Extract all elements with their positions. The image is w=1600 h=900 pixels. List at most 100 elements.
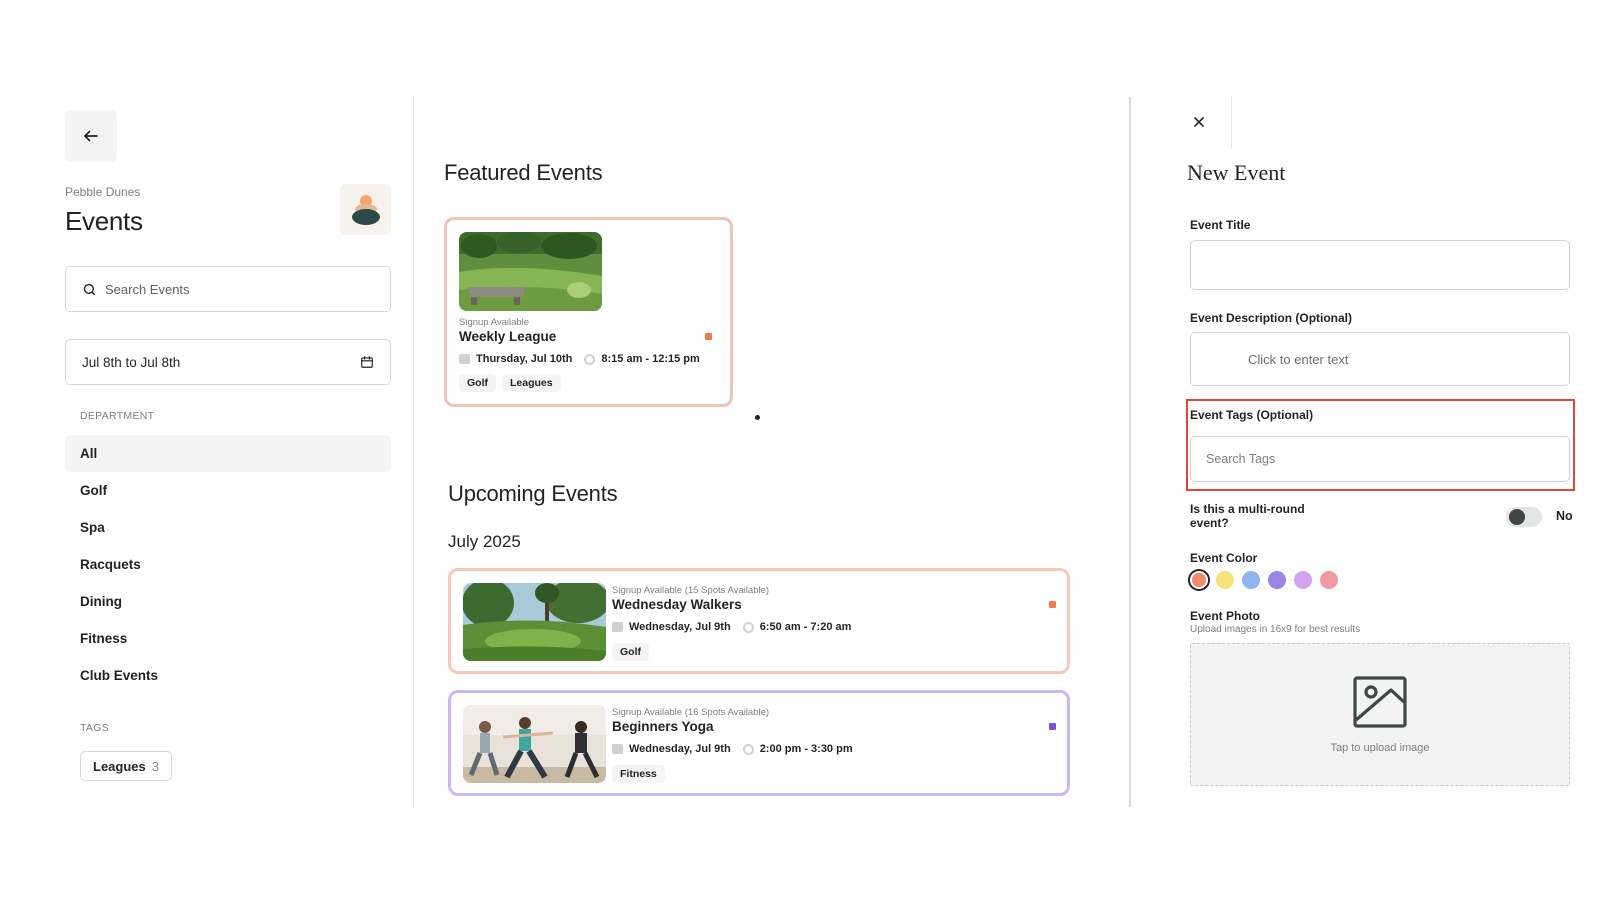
event-date: Thursday, Jul 10th [476, 353, 573, 365]
tag-filter-leagues[interactable]: Leagues 3 [80, 751, 172, 781]
event-title-label: Event Title [1190, 218, 1251, 232]
signup-status: Signup Available (16 Spots Available) [612, 707, 770, 718]
cursor-dot [755, 415, 760, 420]
clock-icon [584, 353, 596, 365]
back-button[interactable] [65, 110, 117, 162]
event-description-placeholder: Click to enter text [1248, 351, 1349, 367]
color-swatch-lavender[interactable] [1294, 571, 1312, 589]
panel-divider [1129, 97, 1131, 807]
tags-label: TAGS [80, 722, 110, 734]
event-title: Wednesday Walkers [612, 597, 742, 612]
department-item-label: Spa [80, 520, 105, 535]
upcoming-events-heading: Upcoming Events [448, 481, 618, 506]
department-item-label: All [80, 446, 98, 461]
event-time: 2:00 pm - 3:30 pm [759, 743, 853, 755]
tag-filter-count: 3 [151, 758, 159, 774]
search-events-placeholder: Search Events [105, 281, 190, 297]
calendar-icon [459, 354, 470, 364]
clock-icon [742, 621, 754, 633]
color-swatch-orange[interactable] [1190, 571, 1208, 589]
close-button[interactable] [1187, 110, 1211, 134]
color-swatch-yellow[interactable] [1216, 571, 1234, 589]
signup-status: Signup Available (15 Spots Available) [612, 585, 770, 596]
event-tags-label: Event Tags (Optional) [1190, 408, 1314, 422]
event-image [463, 705, 606, 783]
event-color-label: Event Color [1190, 551, 1258, 565]
form-title: New Event [1187, 160, 1286, 185]
event-tag-chip: Leagues [502, 374, 561, 392]
event-tags: Golf [612, 643, 649, 661]
event-photo-hint: Upload images in 16x9 for best results [1190, 624, 1361, 635]
club-logo [340, 184, 391, 235]
image-upload-area[interactable]: Tap to upload image [1190, 643, 1570, 786]
multi-round-label: Is this a multi-round event? [1190, 502, 1305, 530]
header-divider [1231, 97, 1232, 149]
color-swatch-purple[interactable] [1268, 571, 1286, 589]
month-heading: July 2025 [448, 532, 521, 551]
event-color-dot [1049, 601, 1056, 608]
event-title: Weekly League [459, 329, 557, 344]
department-item-spa[interactable]: Spa [65, 509, 391, 546]
date-range-picker[interactable]: Jul 8th to Jul 8th [65, 339, 391, 385]
department-item-club-events[interactable]: Club Events [65, 657, 391, 694]
featured-event-card[interactable]: Signup Available Weekly League Thursday,… [444, 217, 733, 407]
event-tags: Golf Leagues [459, 374, 561, 392]
event-meta: Wednesday, Jul 9th 2:00 pm - 3:30 pm [612, 743, 853, 755]
event-tag-chip: Fitness [612, 765, 665, 783]
department-item-fitness[interactable]: Fitness [65, 620, 391, 657]
date-range-value: Jul 8th to Jul 8th [82, 354, 181, 370]
event-color-dot [1049, 723, 1056, 730]
arrow-left-icon [84, 130, 98, 142]
calendar-icon [361, 356, 373, 368]
event-description-label: Event Description (Optional) [1190, 311, 1353, 325]
event-tags: Fitness [612, 765, 665, 783]
signup-status: Signup Available [459, 317, 530, 328]
event-time: 6:50 am - 7:20 am [759, 621, 852, 633]
event-meta: Wednesday, Jul 9th 6:50 am - 7:20 am [612, 621, 851, 633]
event-tags-placeholder: Search Tags [1206, 452, 1276, 466]
featured-events-heading: Featured Events [444, 160, 603, 185]
upload-hint: Tap to upload image [1330, 741, 1430, 754]
event-tag-chip: Golf [459, 374, 496, 392]
calendar-icon [612, 744, 623, 754]
page-title: Events [65, 206, 143, 236]
event-color-dot [705, 333, 712, 340]
department-item-label: Fitness [80, 631, 128, 646]
event-title: Beginners Yoga [612, 719, 714, 734]
department-label: DEPARTMENT [80, 410, 155, 422]
close-icon [1194, 117, 1204, 127]
image-icon [1353, 675, 1407, 728]
department-item-racquets[interactable]: Racquets [65, 546, 391, 583]
search-icon [83, 283, 96, 295]
department-item-dining[interactable]: Dining [65, 583, 391, 620]
department-item-label: Golf [80, 483, 107, 498]
multi-round-value: No [1556, 509, 1573, 523]
upcoming-event-card[interactable]: Signup Available (16 Spots Available) Be… [448, 690, 1070, 796]
event-date: Wednesday, Jul 9th [629, 743, 731, 755]
event-color-swatches [1190, 571, 1338, 589]
event-time: 8:15 am - 12:15 pm [601, 353, 700, 365]
toggle-knob [1509, 509, 1525, 525]
clock-icon [742, 743, 754, 755]
department-item-all[interactable]: All [65, 435, 391, 472]
event-description-input[interactable]: Click to enter text [1190, 332, 1570, 386]
color-swatch-blue[interactable] [1242, 571, 1260, 589]
upcoming-event-card[interactable]: Signup Available (15 Spots Available) We… [448, 568, 1070, 674]
search-events-input[interactable]: Search Events [65, 266, 391, 312]
event-meta: Thursday, Jul 10th 8:15 am - 12:15 pm [459, 353, 700, 365]
club-name: Pebble Dunes [65, 185, 141, 199]
department-item-label: Club Events [80, 668, 159, 683]
multi-round-toggle[interactable] [1506, 507, 1542, 527]
color-swatch-pink[interactable] [1320, 571, 1338, 589]
event-image [463, 583, 606, 661]
event-tag-chip: Golf [612, 643, 649, 661]
calendar-icon [612, 622, 623, 632]
department-list: All Golf Spa Racquets Dining Fitness Clu… [65, 435, 391, 694]
event-date: Wednesday, Jul 9th [629, 621, 731, 633]
event-photo-label: Event Photo [1190, 609, 1261, 623]
event-title-input[interactable] [1190, 240, 1570, 290]
department-item-label: Dining [80, 594, 122, 609]
event-tags-search-input[interactable]: Search Tags [1190, 436, 1570, 482]
department-item-golf[interactable]: Golf [65, 472, 391, 509]
department-item-label: Racquets [80, 557, 141, 572]
